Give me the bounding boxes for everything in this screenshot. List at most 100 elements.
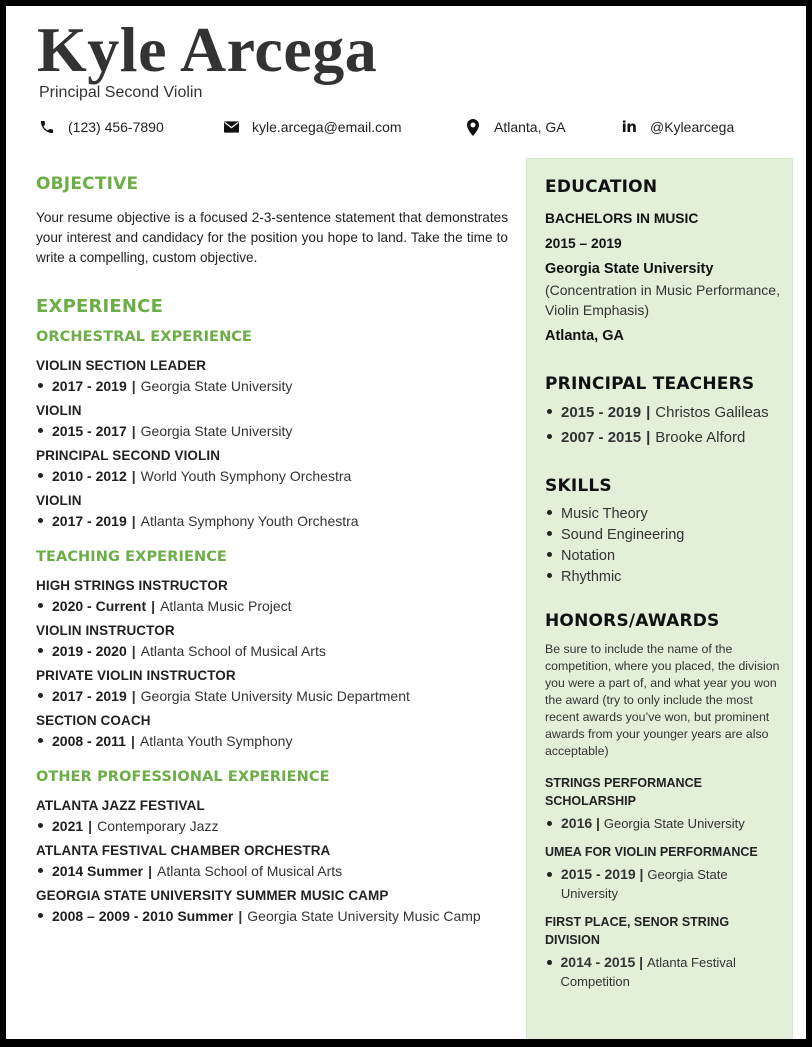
bullet-icon	[547, 531, 552, 536]
job-organization: Georgia State University Music Departmen…	[140, 688, 410, 704]
award-dates: 2016	[561, 815, 593, 831]
objective-heading: OBJECTIVE	[36, 174, 139, 194]
sidebar: EDUCATION BACHELORS IN MUSIC 2015 – 2019…	[526, 158, 793, 1039]
job-organization: Georgia State University	[140, 423, 293, 439]
job-item: VIOLIN 2017 - 2019 | Atlanta Symphony Youth…	[36, 493, 508, 529]
skill-item: Music Theory	[545, 506, 785, 522]
bullet-icon	[547, 821, 552, 826]
bullet-icon	[547, 960, 552, 965]
job-detail: 2017 - 2019 | Georgia State University Mus…	[36, 688, 508, 704]
candidate-name: Kyle Arcega	[37, 14, 378, 85]
job-detail: 2008 - 2011 | Atlanta Youth Symphony	[36, 733, 508, 749]
job-item: VIOLIN INSTRUCTOR 2019 - 2020 | Atlanta Sch…	[36, 623, 508, 659]
education-heading: EDUCATION	[545, 177, 658, 197]
teacher-dates: 2007 - 2015	[561, 429, 642, 446]
job-dates: 2010 - 2012	[52, 468, 127, 484]
award-dates: 2014 - 2015	[560, 954, 636, 970]
job-dates: 2021	[52, 818, 84, 834]
education-years: 2015 – 2019	[545, 236, 622, 251]
award-organization: Georgia State University	[603, 816, 745, 831]
bullet-icon	[38, 603, 43, 608]
bullet-icon	[38, 823, 43, 828]
education-concentration: (Concentration in Music Performance, Vio…	[545, 282, 780, 318]
job-item: VIOLIN SECTION LEADER 2017 - 2019 | Georgia…	[36, 358, 508, 394]
separator: |	[646, 429, 651, 446]
job-dates: 2008 - 2011	[52, 733, 126, 749]
awards-heading: HONORS/AWARDS	[545, 611, 720, 631]
skill-item: Sound Engineering	[545, 527, 785, 543]
job-item: PRINCIPAL SECOND VIOLIN 2010 - 2012 | World…	[36, 448, 508, 484]
job-title: VIOLIN	[36, 493, 82, 508]
location-text: Atlanta, GA	[494, 119, 566, 135]
bullet-icon	[38, 518, 43, 523]
job-title: VIOLIN	[36, 403, 82, 418]
map-pin-icon	[464, 118, 482, 136]
job-organization: Georgia State University Music Camp	[247, 908, 481, 924]
separator: |	[635, 866, 648, 882]
phone-text: (123) 456-7890	[68, 119, 164, 135]
experience-groups: ORCHESTRAL EXPERIENCE VIOLIN SECTION LEAD…	[36, 329, 508, 924]
teacher-name: Brooke Alford	[655, 429, 746, 446]
resume-page: Kyle Arcega Principal Second Violin (123…	[6, 6, 806, 1039]
main-column: OBJECTIVE Your resume objective is a foc…	[36, 174, 508, 924]
job-dates: 2008 – 2009 - 2010 Summer	[52, 908, 234, 924]
education-degree: BACHELORS IN MUSIC	[545, 211, 699, 226]
job-title: HIGH STRINGS INSTRUCTOR	[36, 578, 228, 593]
education-location: Atlanta, GA	[545, 328, 624, 344]
job-dates: 2017 - 2019	[52, 688, 127, 704]
contact-phone: (123) 456-7890	[38, 118, 164, 136]
skills-heading: SKILLS	[545, 476, 612, 496]
award-detail: 2015 - 2019 | Georgia State University	[545, 865, 785, 903]
email-text: kyle.arcega@email.com	[252, 119, 402, 135]
bullet-icon	[38, 913, 43, 918]
bullet-icon	[38, 648, 43, 653]
teachers-heading: PRINCIPAL TEACHERS	[545, 374, 755, 394]
awards-intro: Be sure to include the name of the compe…	[545, 642, 780, 758]
job-organization: Atlanta Symphony Youth Orchestra	[140, 513, 359, 529]
award-text: 2016 | Georgia State University	[561, 814, 745, 833]
award-dates: 2015 - 2019	[560, 866, 636, 882]
bullet-icon	[547, 434, 552, 439]
bullet-icon	[547, 409, 552, 414]
education-school: Georgia State University	[545, 261, 714, 277]
experience-subheading: ORCHESTRAL EXPERIENCE	[36, 329, 253, 345]
award-text: 2015 - 2019 | Georgia State University	[561, 865, 785, 903]
job-title: PRINCIPAL SECOND VIOLIN	[36, 448, 221, 463]
separator: |	[646, 404, 651, 421]
job-detail: 2020 - Current | Atlanta Music Project	[36, 598, 508, 614]
phone-icon	[38, 118, 56, 136]
separator: |	[151, 598, 156, 614]
job-dates: 2020 - Current	[52, 598, 147, 614]
job-detail: 2017 - 2019 | Atlanta Symphony Youth Orche…	[36, 513, 508, 529]
contact-linkedin: in @Kylearcega	[620, 118, 735, 136]
job-title: GEORGIA STATE UNIVERSITY SUMMER MUSIC CA…	[36, 888, 389, 903]
experience-heading: EXPERIENCE	[36, 296, 164, 317]
bullet-icon	[547, 552, 552, 557]
job-item: SECTION COACH 2008 - 2011 | Atlanta Youth S…	[36, 713, 508, 749]
email-icon	[222, 118, 240, 136]
candidate-title: Principal Second Violin	[39, 84, 203, 101]
award-item: FIRST PLACE, SENOR STRING DIVISION 2014 -…	[545, 913, 785, 991]
bullet-icon	[38, 868, 43, 873]
linkedin-text: @Kylearcega	[650, 119, 735, 135]
bullet-icon	[38, 693, 43, 698]
teacher-item: 2015 - 2019 | Christos Galileas	[545, 404, 785, 421]
separator: |	[592, 815, 604, 831]
teacher-item: 2007 - 2015 | Brooke Alford	[545, 429, 785, 446]
separator: |	[148, 863, 152, 879]
teacher-dates: 2015 - 2019	[561, 404, 642, 421]
award-detail: 2016 | Georgia State University	[545, 814, 785, 833]
job-item: VIOLIN 2015 - 2017 | Georgia State Universi…	[36, 403, 508, 439]
skill-item: Rhythmic	[545, 569, 785, 585]
job-organization: Atlanta School of Musical Arts	[156, 863, 343, 879]
skill-label: Rhythmic	[561, 569, 622, 585]
separator: |	[238, 908, 243, 924]
skill-label: Notation	[561, 548, 616, 564]
job-detail: 2014 Summer | Atlanta School of Musical Ar…	[36, 863, 508, 879]
separator: |	[88, 818, 93, 834]
job-detail: 2017 - 2019 | Georgia State University	[36, 378, 508, 394]
job-detail: 2019 - 2020 | Atlanta School of Musical Ar…	[36, 643, 508, 659]
job-organization: Atlanta School of Musical Arts	[140, 643, 326, 659]
separator: |	[130, 733, 135, 749]
bullet-icon	[547, 872, 552, 877]
